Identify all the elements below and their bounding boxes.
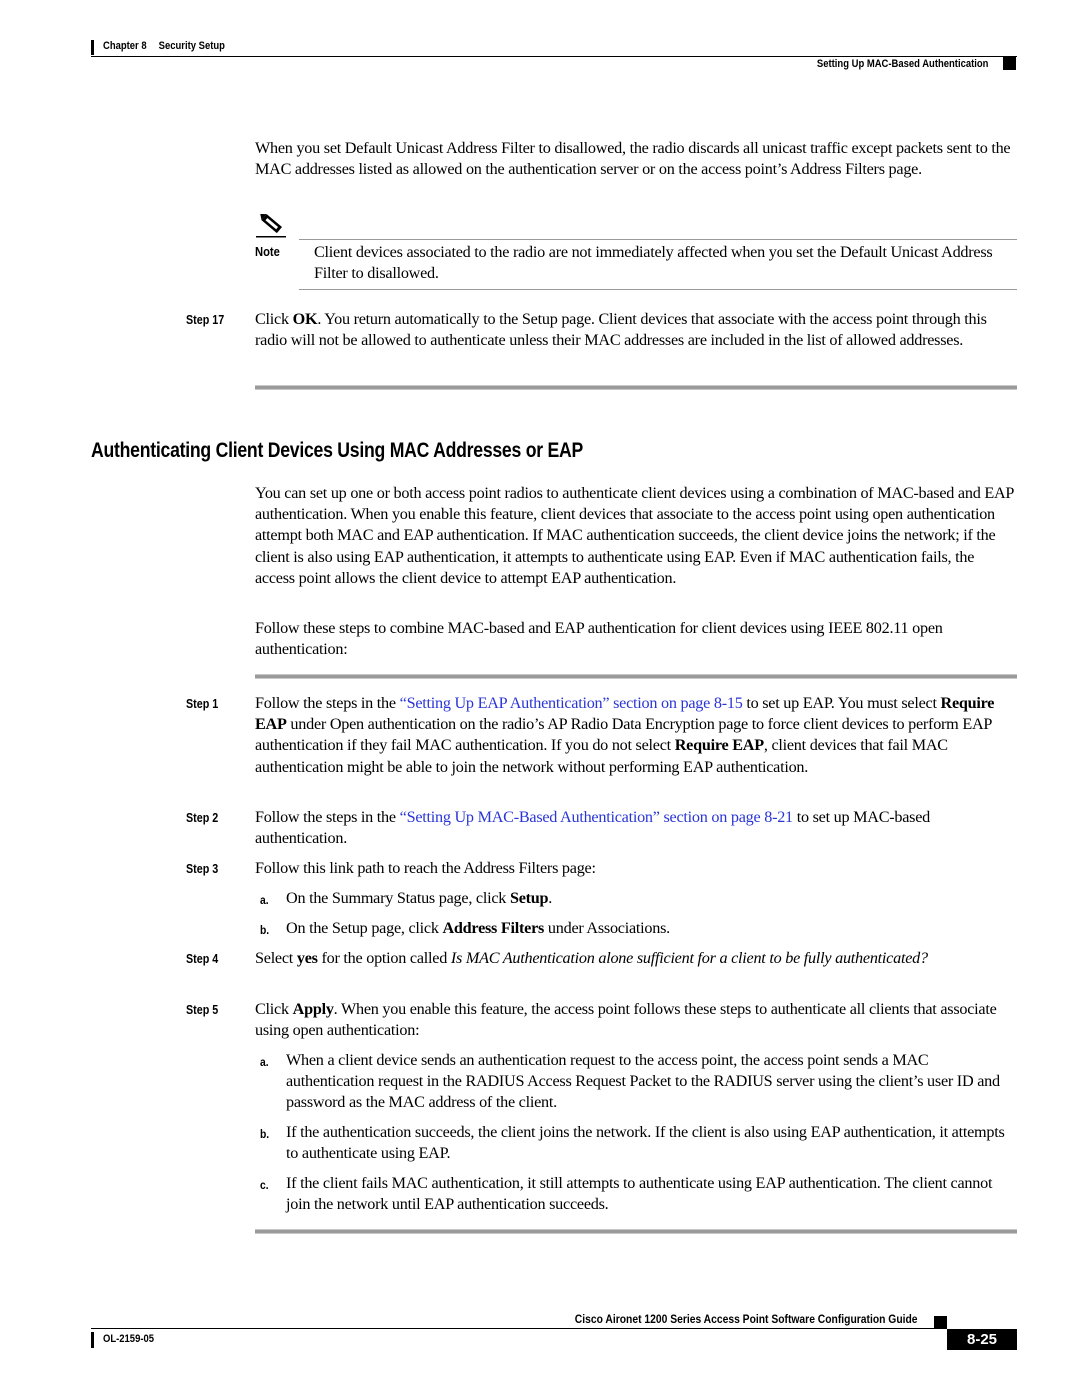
text: Follow the steps in the <box>255 694 400 712</box>
option-name: Is MAC Authentication alone sufficient f… <box>450 949 928 967</box>
text: Select <box>255 949 297 967</box>
chapter-number: Chapter 8 <box>103 40 147 52</box>
require-eap-ui-label: Require EAP <box>674 736 764 755</box>
header-chapter: Chapter 8 Security Setup <box>103 40 225 52</box>
link-mac-based-authentication[interactable]: “Setting Up MAC-Based Authentication” se… <box>400 808 794 826</box>
apply-ui-label: Apply <box>292 1000 334 1018</box>
step-5a-label: a. <box>260 1055 269 1069</box>
note-label: Note <box>255 244 280 259</box>
step-4-label: Step 4 <box>186 952 219 966</box>
note-top-rule <box>299 239 1017 240</box>
pencil-note-icon <box>256 214 286 238</box>
step-1-label: Step 1 <box>186 697 219 711</box>
text: under Associations. <box>544 919 670 937</box>
step-3-label: Step 3 <box>186 862 219 876</box>
section-heading: Authenticating Client Devices Using MAC … <box>91 439 584 462</box>
step-4-text: Select yes for the option called Is MAC … <box>255 948 1017 969</box>
text: Click <box>255 310 293 328</box>
step-2-label: Step 2 <box>186 811 219 825</box>
step-5-label: Step 5 <box>186 1003 219 1017</box>
intro-paragraph: When you set Default Unicast Address Fil… <box>255 139 1011 179</box>
text: Click <box>255 1000 293 1018</box>
header-rule <box>91 56 1017 57</box>
ok-ui-label: OK <box>292 310 318 328</box>
step-17-text: Click OK. You return automatically to th… <box>255 309 1017 351</box>
note-text: Client devices associated to the radio a… <box>314 243 993 283</box>
text: . When you enable this feature, the acce… <box>255 1000 997 1040</box>
procedure-end-rule <box>255 385 1017 390</box>
running-title: Setting Up MAC-Based Authentication <box>816 58 988 70</box>
page-number: 8-25 <box>947 1329 1017 1350</box>
text: . You return automatically to the Setup … <box>255 310 987 350</box>
step-17-label: Step 17 <box>186 313 225 327</box>
section-paragraph-2: Follow these steps to combine MAC-based … <box>255 619 943 659</box>
text: On the Summary Status page, click <box>286 889 510 907</box>
note-bottom-rule <box>299 289 1017 290</box>
text: On the Setup page, click <box>286 919 443 937</box>
text: to set up EAP. You must select <box>742 694 941 712</box>
step-5c-label: c. <box>260 1178 269 1192</box>
procedure-end-rule <box>255 1229 1017 1234</box>
header-block <box>1003 57 1016 70</box>
step-5c-text: If the client fails MAC authentication, … <box>286 1174 993 1214</box>
footer-rule <box>91 1328 936 1329</box>
step-5a-text: When a client device sends an authentica… <box>286 1051 1000 1112</box>
step-3a-label: a. <box>260 893 269 907</box>
step-3b-text: On the Setup page, click Address Filters… <box>286 918 1017 939</box>
procedure-start-rule <box>255 674 1017 679</box>
step-3a-text: On the Summary Status page, click Setup. <box>286 888 1017 909</box>
footer-doc-number: OL-2159-05 <box>103 1333 155 1345</box>
footer-guide-title: Cisco Aironet 1200 Series Access Point S… <box>575 1312 918 1326</box>
step-5b-label: b. <box>260 1127 270 1141</box>
step-5b-text: If the authentication succeeds, the clie… <box>286 1123 1005 1163</box>
header-bar <box>91 40 94 55</box>
step-2-text: Follow the steps in the “Setting Up MAC-… <box>255 807 1017 849</box>
step-1-text: Follow the steps in the “Setting Up EAP … <box>255 693 1017 778</box>
setup-ui-label: Setup <box>509 889 549 907</box>
section-paragraph-1: You can set up one or both access point … <box>255 484 1014 587</box>
step-3b-label: b. <box>260 923 270 937</box>
chapter-title: Security Setup <box>158 40 225 52</box>
yes-ui-label: yes <box>296 949 318 967</box>
text: Follow the steps in the <box>255 808 400 826</box>
step-5-text: Click Apply. When you enable this featur… <box>255 999 1017 1041</box>
link-eap-authentication[interactable]: “Setting Up EAP Authentication” section … <box>400 694 743 712</box>
address-filters-ui-label: Address Filters <box>442 919 545 937</box>
text: . <box>548 889 553 907</box>
text: for the option called <box>317 949 451 967</box>
footer-bar <box>91 1332 94 1348</box>
step-3-text: Follow this link path to reach the Addre… <box>255 859 596 877</box>
